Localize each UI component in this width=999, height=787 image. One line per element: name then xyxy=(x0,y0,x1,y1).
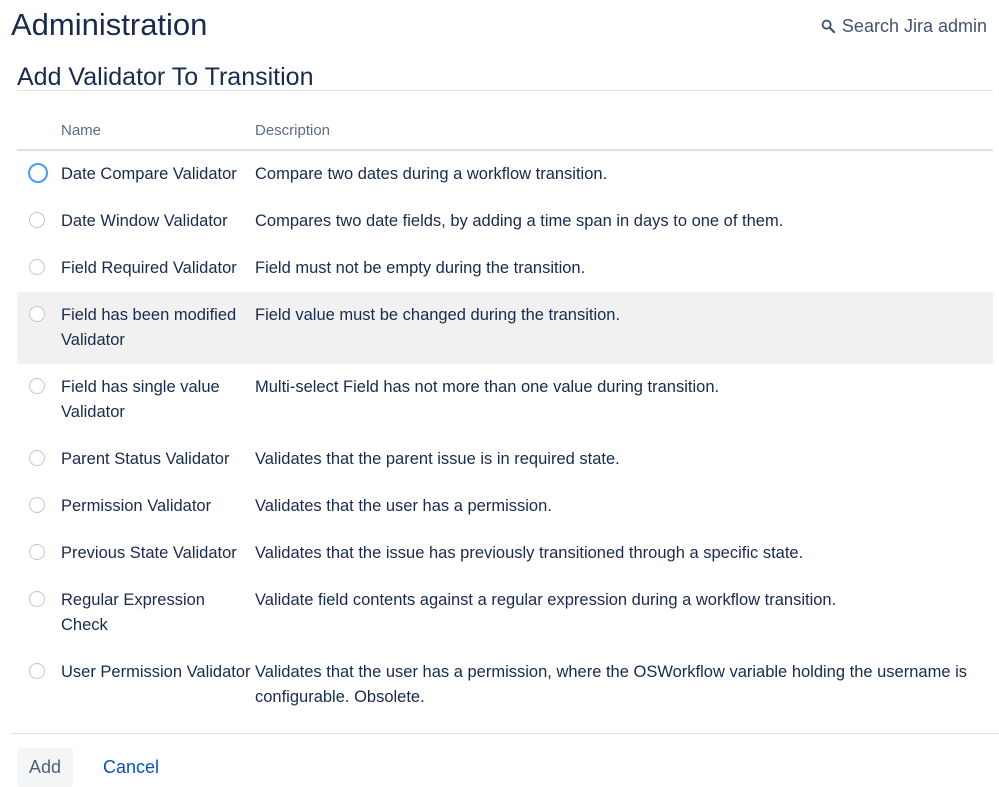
table-row[interactable]: Field has been modified Validator Field … xyxy=(17,292,993,364)
cancel-link[interactable]: Cancel xyxy=(103,757,159,778)
validator-radio[interactable] xyxy=(29,306,45,322)
validator-description: Validates that the parent issue is in re… xyxy=(255,450,620,468)
validator-description: Compares two date fields, by adding a ti… xyxy=(255,212,784,230)
table-row[interactable]: Parent Status Validator Validates that t… xyxy=(17,436,993,483)
validator-radio[interactable] xyxy=(29,497,45,513)
validator-name: Previous State Validator xyxy=(61,544,237,562)
validator-name: Date Window Validator xyxy=(61,212,228,230)
table-row[interactable]: Permission Validator Validates that the … xyxy=(17,483,993,530)
validator-name: Date Compare Validator xyxy=(61,165,237,183)
validator-radio[interactable] xyxy=(28,163,48,183)
section-title: Add Validator To Transition xyxy=(17,63,314,91)
section-divider xyxy=(17,90,993,91)
footer-divider xyxy=(11,733,999,734)
validators-table: Name Description Date Compare Validator … xyxy=(17,112,993,721)
page-title: Administration xyxy=(11,7,208,42)
table-row[interactable]: User Permission Validator Validates that… xyxy=(17,649,993,721)
validator-radio[interactable] xyxy=(29,591,45,607)
validator-name: Field has been modified Validator xyxy=(61,292,255,364)
add-button[interactable]: Add xyxy=(17,748,73,787)
validator-name: Regular Expression Check xyxy=(61,591,205,634)
validator-description: Multi-select Field has not more than one… xyxy=(255,378,720,396)
search-icon xyxy=(821,19,836,34)
validator-name: Permission Validator xyxy=(61,497,212,515)
select-column-header xyxy=(17,112,61,151)
validator-name: Field Required Validator xyxy=(61,259,237,277)
validator-description: Field must not be empty during the trans… xyxy=(255,259,586,277)
table-row[interactable]: Field has single value Validator Multi-s… xyxy=(17,364,993,436)
search-label: Search Jira admin xyxy=(841,16,987,36)
validator-radio[interactable] xyxy=(29,378,45,394)
description-column-header: Description xyxy=(255,112,993,151)
validator-description: Validates that the user has a permission… xyxy=(255,663,968,706)
validator-name: Field has single value Validator xyxy=(61,378,220,421)
validator-radio[interactable] xyxy=(29,212,45,228)
validator-description: Compare two dates during a workflow tran… xyxy=(255,165,608,183)
validator-radio[interactable] xyxy=(29,544,45,560)
table-row[interactable]: Date Window Validator Compares two date … xyxy=(17,198,993,245)
validator-name: User Permission Validator xyxy=(61,663,251,681)
validator-description: Validate field contents against a regula… xyxy=(255,591,837,609)
name-column-header: Name xyxy=(61,112,255,151)
page-header: Administration Search Jira admin xyxy=(0,0,999,60)
validator-radio[interactable] xyxy=(29,450,45,466)
table-header-row: Name Description xyxy=(17,112,993,151)
table-row[interactable]: Previous State Validator Validates that … xyxy=(17,530,993,577)
table-row[interactable]: Field Required Validator Field must not … xyxy=(17,245,993,292)
table-row[interactable]: Regular Expression Check Validate field … xyxy=(17,577,993,649)
validator-radio[interactable] xyxy=(29,663,45,679)
validator-description: Validates that the issue has previously … xyxy=(255,544,804,562)
validator-name: Parent Status Validator xyxy=(61,450,230,468)
table-row[interactable]: Date Compare Validator Compare two dates… xyxy=(17,150,993,198)
search-jira-admin-link[interactable]: Search Jira admin xyxy=(821,16,987,37)
validator-description: Validates that the user has a permission… xyxy=(255,497,552,515)
validator-radio[interactable] xyxy=(29,259,45,275)
validator-description: Field value must be changed during the t… xyxy=(255,292,993,364)
